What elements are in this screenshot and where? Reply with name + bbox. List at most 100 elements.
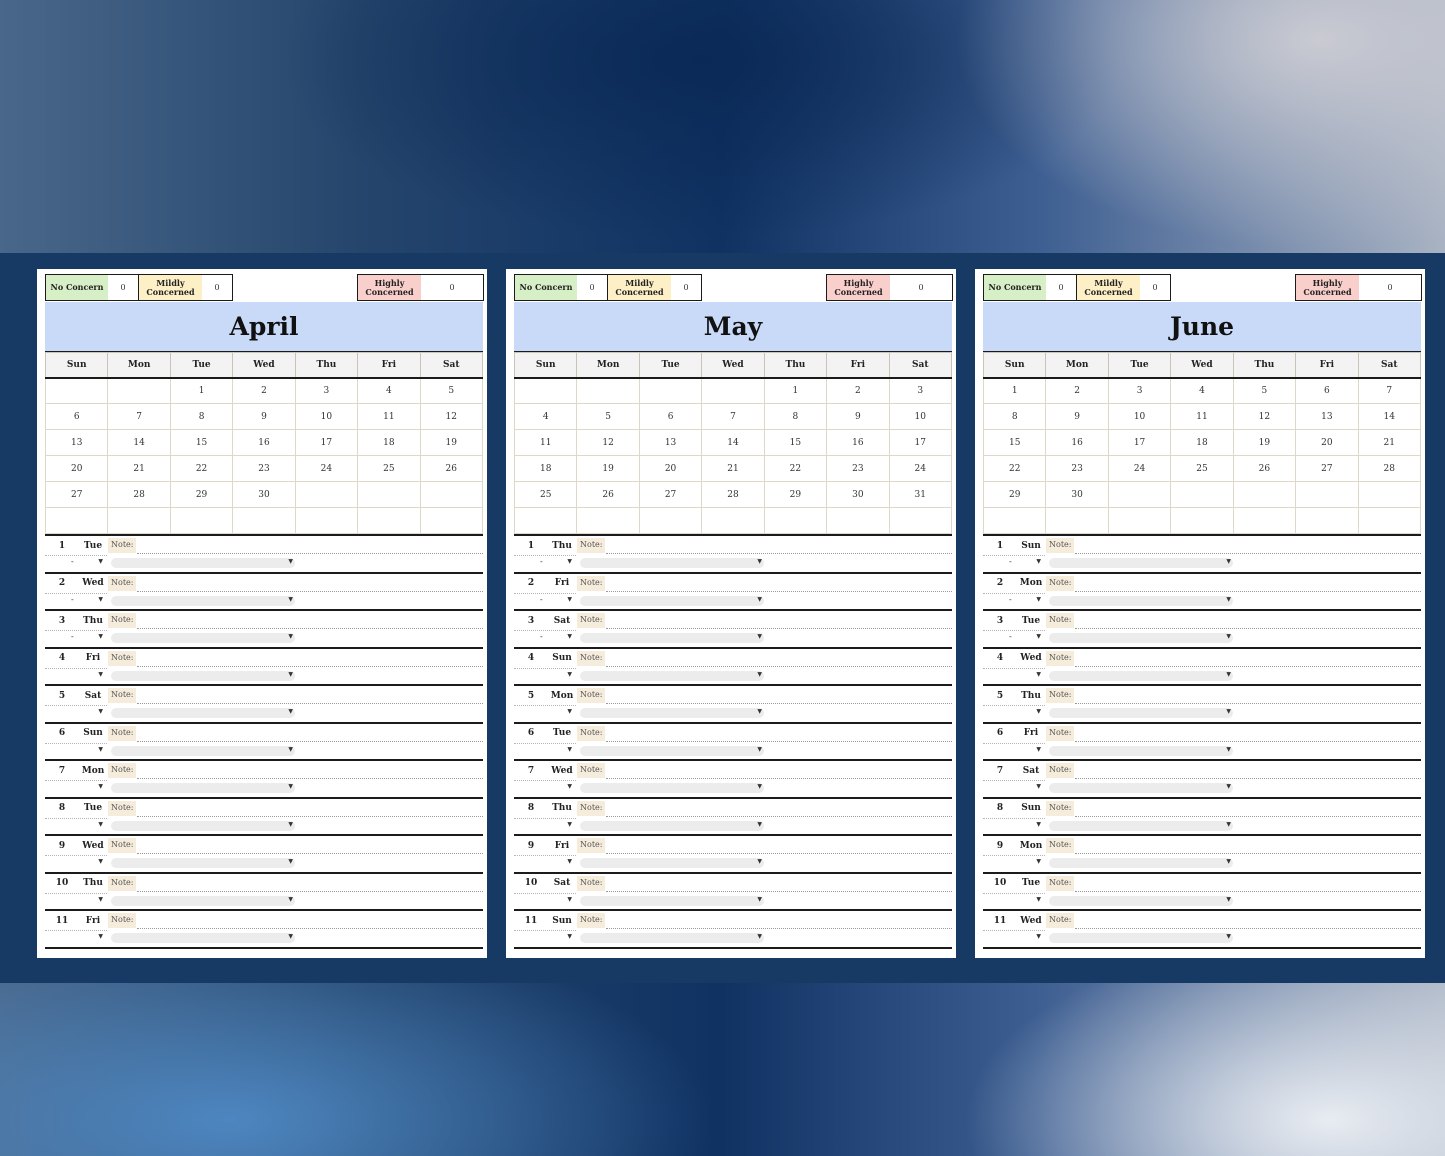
concern-level-dropdown[interactable]: - ▼ (528, 632, 574, 644)
concern-level-dropdown[interactable]: ▼ (528, 857, 574, 869)
note-input[interactable] (1075, 590, 1421, 592)
note-input[interactable] (1075, 703, 1421, 704)
concern-level-dropdown[interactable]: ▼ (528, 820, 574, 832)
category-dropdown[interactable]: ▼ (580, 558, 764, 568)
category-dropdown[interactable]: ▼ (1049, 745, 1233, 756)
concern-level-dropdown[interactable]: ▼ (59, 745, 105, 757)
note-input[interactable] (1075, 890, 1421, 892)
category-dropdown[interactable]: ▼ (1049, 670, 1233, 681)
category-dropdown[interactable]: ▼ (580, 633, 764, 643)
concern-level-dropdown[interactable]: ▼ (997, 895, 1043, 907)
concern-level-dropdown[interactable]: ▼ (997, 820, 1043, 832)
concern-level-dropdown[interactable]: ▼ (528, 707, 574, 719)
category-dropdown[interactable]: ▼ (1049, 558, 1233, 568)
category-dropdown[interactable]: ▼ (1049, 933, 1233, 943)
note-input[interactable] (1075, 928, 1421, 929)
concern-level-dropdown[interactable]: ▼ (997, 707, 1043, 719)
concern-level-dropdown[interactable]: ▼ (997, 932, 1043, 944)
note-input[interactable] (1075, 853, 1421, 854)
daily-log-row: 9 Fri Note: ▼ ▼ (514, 836, 952, 874)
category-dropdown[interactable]: ▼ (580, 858, 764, 868)
note-input[interactable] (606, 628, 952, 629)
concern-level-dropdown[interactable]: ▼ (59, 932, 105, 944)
note-input[interactable] (137, 590, 483, 592)
category-dropdown[interactable]: ▼ (580, 708, 764, 718)
category-dropdown[interactable]: ▼ (111, 858, 295, 868)
category-dropdown[interactable]: ▼ (580, 595, 764, 606)
note-input[interactable] (606, 853, 952, 854)
note-input[interactable] (137, 703, 483, 704)
concern-level-dropdown[interactable]: ▼ (997, 782, 1043, 794)
concern-level-dropdown[interactable]: ▼ (59, 895, 105, 907)
category-dropdown[interactable]: ▼ (111, 633, 295, 643)
note-input[interactable] (137, 665, 483, 667)
note-input[interactable] (606, 665, 952, 667)
note-input[interactable] (1075, 553, 1421, 554)
category-dropdown[interactable]: ▼ (580, 933, 764, 943)
category-dropdown[interactable]: ▼ (580, 895, 764, 906)
concern-level-dropdown[interactable]: - ▼ (997, 595, 1043, 607)
concern-level-dropdown[interactable]: - ▼ (997, 632, 1043, 644)
category-dropdown[interactable]: ▼ (1049, 595, 1233, 606)
category-dropdown[interactable]: ▼ (111, 595, 295, 606)
note-input[interactable] (137, 778, 483, 779)
concern-level-dropdown[interactable]: - ▼ (59, 557, 105, 569)
note-input[interactable] (606, 815, 952, 817)
note-input[interactable] (1075, 628, 1421, 629)
concern-level-dropdown[interactable]: ▼ (59, 820, 105, 832)
note-input[interactable] (606, 553, 952, 554)
category-dropdown[interactable]: ▼ (111, 820, 295, 831)
concern-level-dropdown[interactable]: ▼ (528, 782, 574, 794)
category-dropdown[interactable]: ▼ (1049, 708, 1233, 718)
note-input[interactable] (606, 703, 952, 704)
note-input[interactable] (606, 890, 952, 892)
note-input[interactable] (137, 928, 483, 929)
note-input[interactable] (1075, 740, 1421, 742)
category-dropdown[interactable]: ▼ (111, 708, 295, 718)
category-dropdown[interactable]: ▼ (580, 783, 764, 793)
note-input[interactable] (137, 890, 483, 892)
category-dropdown[interactable]: ▼ (1049, 783, 1233, 793)
category-dropdown[interactable]: ▼ (111, 558, 295, 568)
note-input[interactable] (137, 815, 483, 817)
concern-level-dropdown[interactable]: ▼ (528, 895, 574, 907)
note-input[interactable] (606, 740, 952, 742)
category-dropdown[interactable]: ▼ (580, 820, 764, 831)
concern-level-dropdown[interactable]: - ▼ (59, 632, 105, 644)
category-dropdown[interactable]: ▼ (1049, 895, 1233, 906)
concern-level-dropdown[interactable]: ▼ (59, 707, 105, 719)
note-input[interactable] (137, 853, 483, 854)
concern-level-dropdown[interactable]: ▼ (59, 857, 105, 869)
note-input[interactable] (1075, 815, 1421, 817)
note-input[interactable] (137, 553, 483, 554)
category-dropdown[interactable]: ▼ (111, 783, 295, 793)
note-input[interactable] (606, 778, 952, 779)
concern-level-dropdown[interactable]: ▼ (528, 670, 574, 682)
note-input[interactable] (1075, 778, 1421, 779)
concern-level-dropdown[interactable]: ▼ (528, 932, 574, 944)
concern-level-dropdown[interactable]: ▼ (59, 782, 105, 794)
concern-level-dropdown[interactable]: ▼ (528, 745, 574, 757)
category-dropdown[interactable]: ▼ (1049, 633, 1233, 643)
note-input[interactable] (137, 740, 483, 742)
concern-level-dropdown[interactable]: ▼ (59, 670, 105, 682)
concern-level-dropdown[interactable]: - ▼ (528, 557, 574, 569)
note-input[interactable] (1075, 665, 1421, 667)
concern-level-dropdown[interactable]: - ▼ (997, 557, 1043, 569)
concern-level-dropdown[interactable]: ▼ (997, 857, 1043, 869)
category-dropdown[interactable]: ▼ (580, 670, 764, 681)
concern-level-dropdown[interactable]: - ▼ (528, 595, 574, 607)
category-dropdown[interactable]: ▼ (1049, 820, 1233, 831)
concern-level-dropdown[interactable]: ▼ (997, 670, 1043, 682)
category-dropdown[interactable]: ▼ (111, 745, 295, 756)
category-dropdown[interactable]: ▼ (111, 933, 295, 943)
note-input[interactable] (137, 628, 483, 629)
concern-level-dropdown[interactable]: ▼ (997, 745, 1043, 757)
concern-level-dropdown[interactable]: - ▼ (59, 595, 105, 607)
category-dropdown[interactable]: ▼ (111, 895, 295, 906)
note-input[interactable] (606, 928, 952, 929)
category-dropdown[interactable]: ▼ (580, 745, 764, 756)
category-dropdown[interactable]: ▼ (111, 670, 295, 681)
category-dropdown[interactable]: ▼ (1049, 858, 1233, 868)
note-input[interactable] (606, 590, 952, 592)
